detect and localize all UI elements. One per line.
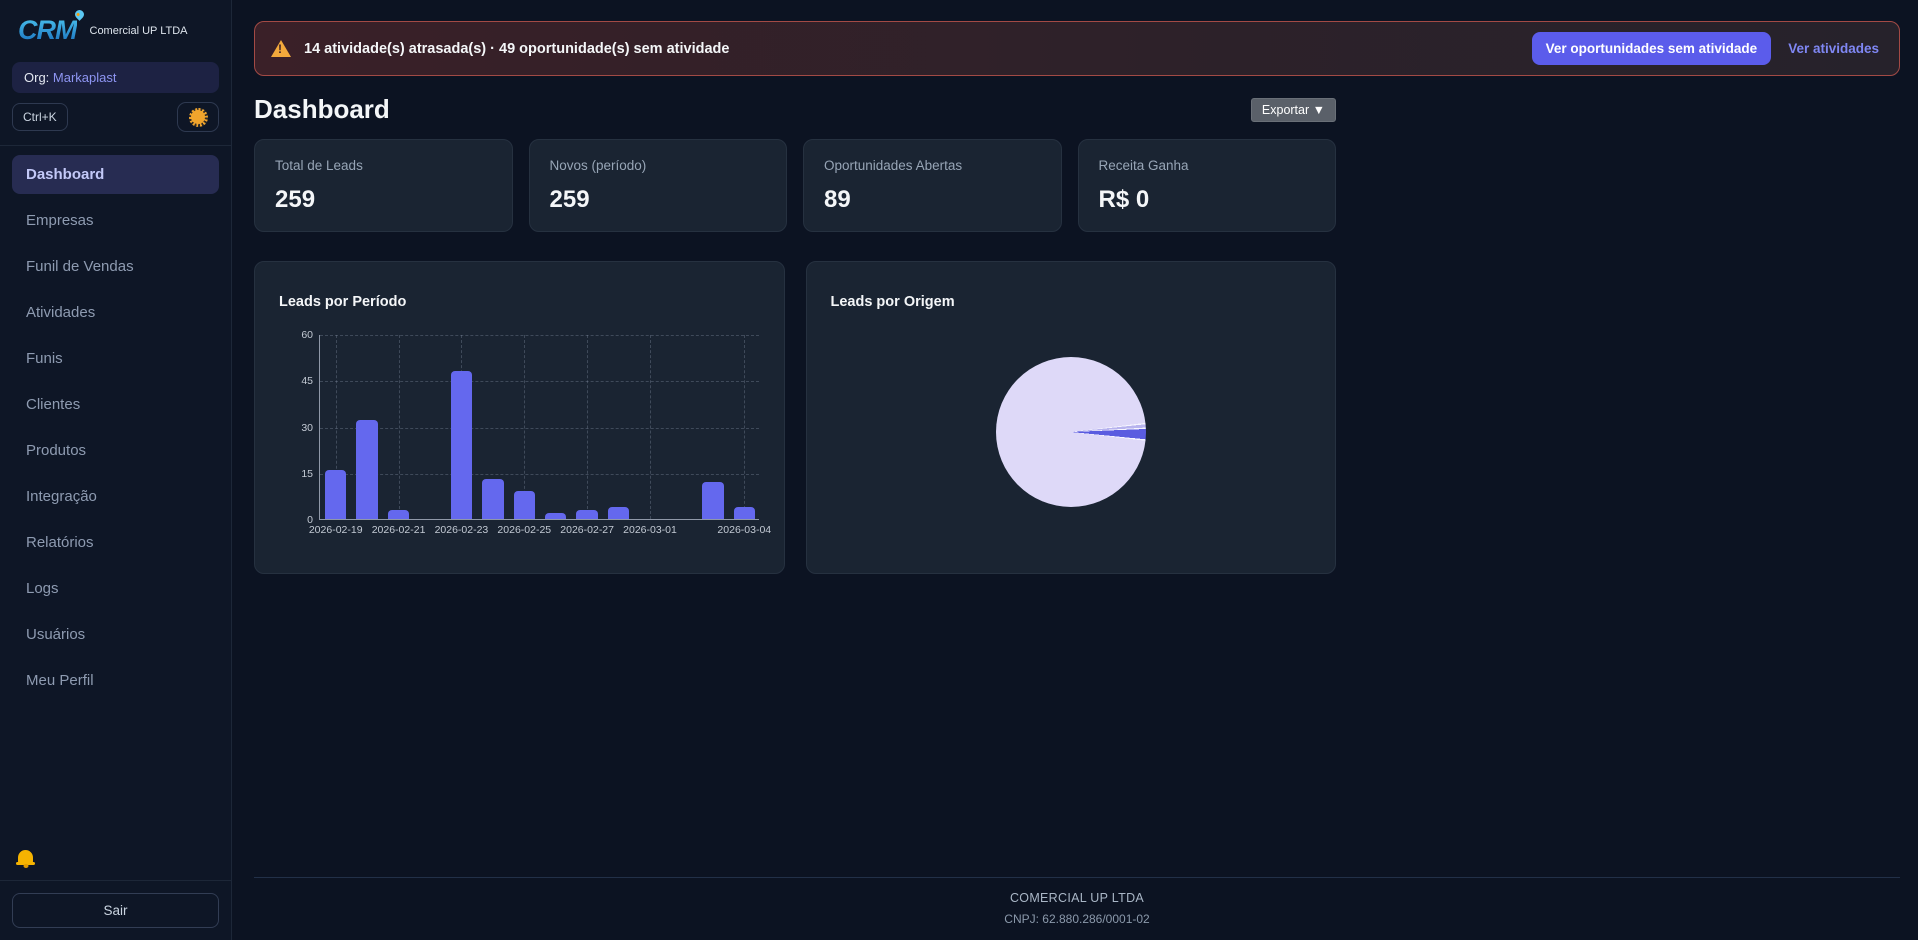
sidebar-item-funis[interactable]: Funis — [12, 339, 219, 378]
stat-card: Total de Leads 259 — [254, 139, 513, 232]
bar — [451, 371, 472, 519]
gridline-horizontal — [320, 474, 759, 475]
bar — [545, 513, 566, 519]
x-tick-label: 2026-02-21 — [372, 524, 426, 536]
stat-value: R$ 0 — [1099, 186, 1316, 214]
y-tick-label: 60 — [301, 329, 313, 341]
logout-wrap: Sair — [0, 880, 231, 940]
org-label: Org: — [24, 70, 49, 85]
stat-label: Novos (período) — [550, 158, 767, 173]
leads-by-origin-card: Leads por Origem — [806, 261, 1337, 574]
footer-cnpj: CNPJ: 62.880.286/0001-02 — [254, 912, 1900, 926]
y-tick-label: 45 — [301, 375, 313, 387]
crm-logo-text: CRM — [18, 15, 77, 45]
bar-chart-title: Leads por Período — [279, 294, 764, 310]
overdue-alert-banner: 14 atividade(s) atrasada(s) · 49 oportun… — [254, 21, 1900, 76]
x-tick-label: 2026-02-23 — [435, 524, 489, 536]
sidebar-item-meu-perfil[interactable]: Meu Perfil — [12, 661, 219, 700]
x-tick-label: 2026-03-04 — [717, 524, 771, 536]
bar — [482, 479, 503, 519]
x-tick-label: 2026-02-27 — [560, 524, 614, 536]
sidebar-tools: Ctrl+K — [12, 102, 219, 132]
bar — [734, 507, 755, 519]
sidebar-bottom: Sair — [0, 842, 231, 940]
x-tick-label: 2026-02-19 — [309, 524, 363, 536]
bell-icon — [18, 850, 33, 863]
stat-card: Oportunidades Abertas 89 — [803, 139, 1062, 232]
pie-chart — [996, 357, 1146, 507]
gridline-vertical — [650, 335, 651, 519]
stats-grid: Total de Leads 259 Novos (período) 259 Oport… — [254, 139, 1336, 232]
stat-card: Novos (período) 259 — [529, 139, 788, 232]
pie-chart-title: Leads por Origem — [831, 294, 1316, 310]
view-opportunities-button[interactable]: Ver oportunidades sem atividade — [1532, 32, 1772, 65]
command-palette-button[interactable]: Ctrl+K — [12, 103, 68, 131]
bar — [576, 510, 597, 519]
sidebar-item-usuarios[interactable]: Usuários — [12, 615, 219, 654]
sidebar-item-integracao[interactable]: Integração — [12, 477, 219, 516]
stat-label: Total de Leads — [275, 158, 492, 173]
pie-chart-area — [827, 310, 1316, 553]
org-name: Markaplast — [53, 70, 117, 85]
sun-icon — [189, 108, 208, 127]
alert-message: 14 atividade(s) atrasada(s) · 49 oportun… — [304, 41, 1519, 57]
x-tick-label: 2026-02-25 — [497, 524, 551, 536]
logout-button[interactable]: Sair — [12, 893, 219, 928]
sidebar-item-dashboard[interactable]: Dashboard — [12, 155, 219, 194]
company-name: Comercial UP LTDA — [90, 25, 188, 37]
bar — [608, 507, 629, 519]
main-content: 14 atividade(s) atrasada(s) · 49 oportun… — [232, 0, 1918, 940]
y-tick-label: 30 — [301, 422, 313, 434]
leads-by-period-card: Leads por Período 015304560 2026-02-1920… — [254, 261, 785, 574]
stat-value: 89 — [824, 186, 1041, 214]
crm-logo: CRM — [18, 15, 77, 46]
sidebar-item-logs[interactable]: Logs — [12, 569, 219, 608]
footer: COMERCIAL UP LTDA CNPJ: 62.880.286/0001-… — [254, 877, 1900, 940]
sidebar-item-relatorios[interactable]: Relatórios — [12, 523, 219, 562]
gridline-horizontal — [320, 335, 759, 336]
bar-chart: 015304560 2026-02-192026-02-212026-02-23… — [275, 335, 764, 520]
sidebar-nav: Dashboard Empresas Funil de Vendas Atividad… — [0, 146, 231, 842]
view-activities-link[interactable]: Ver atividades — [1788, 41, 1879, 56]
sidebar-item-clientes[interactable]: Clientes — [12, 385, 219, 424]
charts-grid: Leads por Período 015304560 2026-02-1920… — [254, 261, 1336, 574]
stat-label: Oportunidades Abertas — [824, 158, 1041, 173]
stat-value: 259 — [275, 186, 492, 214]
bar-chart-y-axis: 015304560 — [275, 335, 319, 520]
org-selector[interactable]: Org: Markaplast — [12, 62, 219, 93]
stat-label: Receita Ganha — [1099, 158, 1316, 173]
y-tick-label: 15 — [301, 468, 313, 480]
sidebar-item-empresas[interactable]: Empresas — [12, 201, 219, 240]
spacer — [254, 574, 1900, 877]
bar-chart-plot: 2026-02-192026-02-212026-02-232026-02-25… — [319, 335, 759, 520]
gridline-vertical — [399, 335, 400, 519]
bar — [325, 470, 346, 519]
page-header: Dashboard Exportar ▼ — [254, 94, 1336, 125]
gridline-vertical — [744, 335, 745, 519]
gridline-horizontal — [320, 428, 759, 429]
logo-row: CRM Comercial UP LTDA — [0, 0, 231, 55]
export-button[interactable]: Exportar ▼ — [1251, 98, 1336, 122]
sidebar: CRM Comercial UP LTDA Org: Markaplast Ct… — [0, 0, 232, 940]
theme-toggle-button[interactable] — [177, 102, 219, 132]
notifications-row[interactable] — [0, 842, 231, 880]
gridline-horizontal — [320, 381, 759, 382]
bar — [702, 482, 723, 519]
stat-card: Receita Ganha R$ 0 — [1078, 139, 1337, 232]
sidebar-item-atividades[interactable]: Atividades — [12, 293, 219, 332]
x-tick-label: 2026-03-01 — [623, 524, 677, 536]
bar — [388, 510, 409, 519]
warning-icon — [271, 40, 291, 57]
bar — [514, 491, 535, 519]
bar — [356, 420, 377, 519]
page-title: Dashboard — [254, 94, 390, 125]
stat-value: 259 — [550, 186, 767, 214]
gridline-vertical — [587, 335, 588, 519]
sidebar-item-funil-de-vendas[interactable]: Funil de Vendas — [12, 247, 219, 286]
footer-company: COMERCIAL UP LTDA — [254, 891, 1900, 905]
sidebar-item-produtos[interactable]: Produtos — [12, 431, 219, 470]
